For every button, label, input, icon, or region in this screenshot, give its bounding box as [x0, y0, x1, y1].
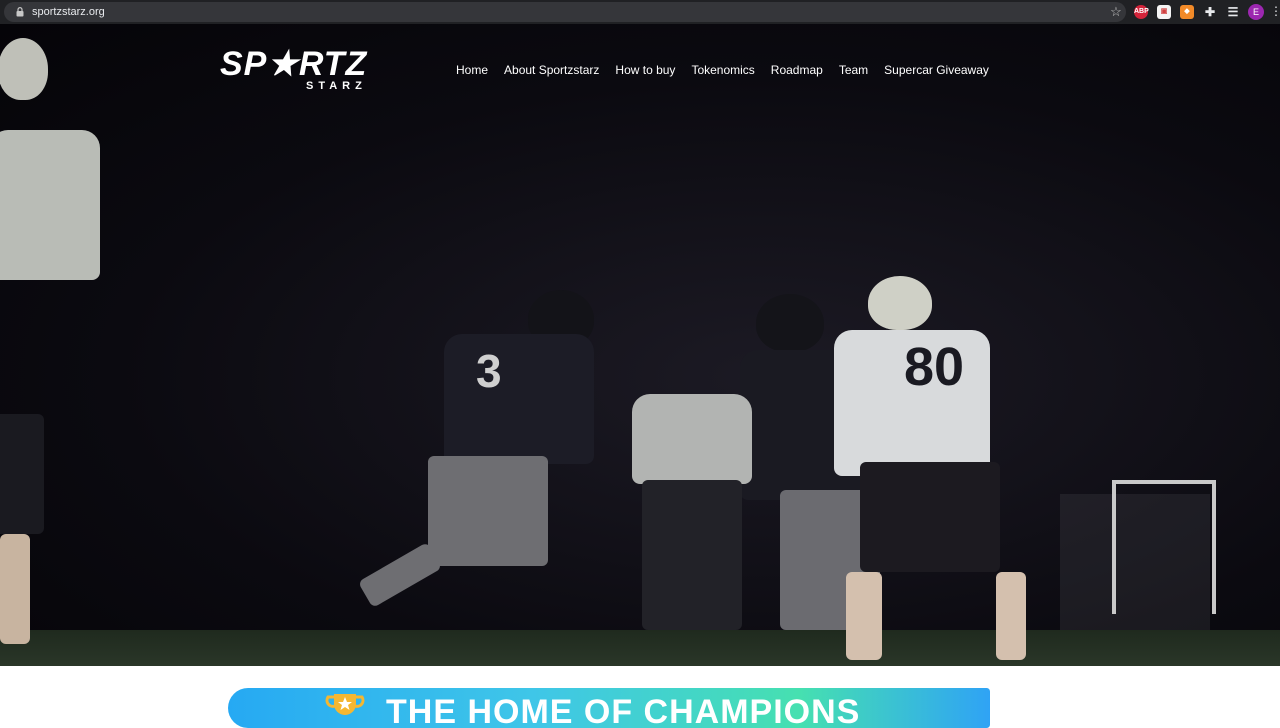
sportzstarz-logo[interactable]: SP★RTZ STARZ: [220, 46, 380, 98]
champions-banner: THE HOME OF CHAMPIONS: [228, 688, 990, 728]
bookmark-star-icon[interactable]: ☆: [1109, 5, 1123, 19]
menu-kebab-icon[interactable]: ⋮: [1270, 3, 1280, 19]
player-gray-back: [632, 394, 762, 654]
queue-icon[interactable]: ☰: [1226, 5, 1240, 19]
nav-home[interactable]: Home: [448, 60, 496, 80]
nav-about[interactable]: About Sportzstarz: [496, 60, 607, 80]
nav-how-to-buy[interactable]: How to buy: [607, 60, 683, 80]
lock-icon: [16, 7, 24, 17]
jersey-number: 80: [904, 337, 965, 397]
site-header: SP★RTZ STARZ Home About Sportzstarz How …: [0, 24, 1280, 114]
player-left: [0, 34, 110, 664]
main-nav: Home About Sportzstarz How to buy Tokeno…: [448, 60, 997, 80]
extension-icon[interactable]: ▣: [1157, 5, 1171, 19]
browser-chrome: sportzstarz.org ☆ ABP ▣ ◆ ✚ ☰ E ⋮: [0, 0, 1280, 24]
player-dark-3: 3: [357, 290, 620, 660]
logo-subtitle: STARZ: [306, 80, 367, 92]
url-text[interactable]: sportzstarz.org: [32, 5, 105, 19]
nav-team[interactable]: Team: [831, 60, 876, 80]
trophy-icon: [325, 694, 365, 715]
hero-section: 3 80 SP★RTZ STARZ Home About Sportzstarz…: [0, 24, 1280, 666]
address-bar[interactable]: sportzstarz.org ☆: [4, 2, 1126, 22]
banner-heading: THE HOME OF CHAMPIONS: [386, 693, 861, 728]
nav-roadmap[interactable]: Roadmap: [763, 60, 831, 80]
profile-avatar[interactable]: E: [1248, 4, 1264, 20]
metamask-extension-icon[interactable]: ◆: [1180, 5, 1194, 19]
nav-tokenomics[interactable]: Tokenomics: [683, 60, 762, 80]
logo-wordmark: SP★RTZ: [220, 45, 368, 83]
jersey-number: 3: [476, 345, 502, 397]
adblock-extension-icon[interactable]: ABP: [1134, 5, 1149, 19]
goal-post: [1112, 480, 1216, 614]
puzzle-icon[interactable]: ✚: [1203, 5, 1217, 19]
nav-supercar-giveaway[interactable]: Supercar Giveaway: [876, 60, 997, 80]
player-white-80: 80: [830, 276, 1030, 666]
